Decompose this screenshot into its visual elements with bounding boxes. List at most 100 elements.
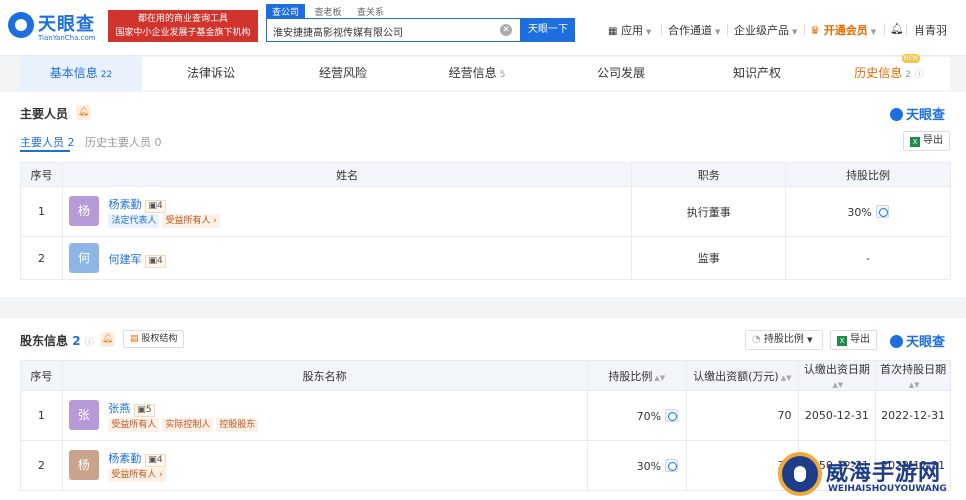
section-title-label: 股东信息 bbox=[20, 334, 69, 348]
nav-user[interactable]: 肖青羽 bbox=[914, 22, 947, 38]
watermark-title: 威海手游网 bbox=[826, 461, 942, 486]
related-count: 4 bbox=[156, 200, 163, 211]
nav-channels[interactable]: 合作通道 ▼ bbox=[668, 22, 720, 38]
nav-apps[interactable]: ▦ 应用 ▼ bbox=[608, 22, 651, 38]
col-date[interactable]: 认缴出资日期 ▲▼ bbox=[797, 360, 877, 391]
person-cell: 杨 杨素勤 ▣4 法定代表人 受益所有人 › bbox=[61, 186, 633, 237]
col-ratio[interactable]: 持股比例 ▲▼ bbox=[586, 360, 688, 391]
watermark-logo-icon bbox=[778, 452, 822, 496]
logo-text: 天眼查 bbox=[38, 14, 95, 35]
search-tab-relation[interactable]: 查关系 bbox=[351, 4, 390, 19]
tab-basic-info[interactable]: 基本信息 22 bbox=[20, 57, 142, 90]
ratio-value: 30% bbox=[847, 205, 872, 219]
row-index: 1 bbox=[20, 390, 63, 441]
nav-divider bbox=[884, 24, 885, 36]
search-button[interactable]: 天眼一下 bbox=[521, 18, 575, 42]
tianyancha-logo[interactable]: 天眼查 TianYanCha.com bbox=[8, 10, 103, 44]
dropdown-label: 持股比例 bbox=[763, 334, 804, 345]
shareholder-name-link[interactable]: 杨素勤 bbox=[108, 452, 141, 465]
person-name-link[interactable]: 杨素勤 bbox=[108, 198, 141, 211]
tag-label: 受益所有人 bbox=[165, 215, 211, 226]
related-count-badge[interactable]: ▣4 bbox=[145, 255, 166, 268]
subtab-underline bbox=[20, 150, 70, 152]
col-name: 姓名 bbox=[61, 162, 633, 187]
notification-bell-icon[interactable]: 🔔︎ bbox=[890, 22, 904, 38]
export-button[interactable]: X 导出 bbox=[830, 330, 877, 350]
table-row: 1 张 张燕 ▣5 受益所有人 实际控制人 控股股东 70% 70 2050-12-3… bbox=[20, 390, 951, 441]
related-company-icon: ▣ bbox=[148, 454, 157, 465]
col-label: 认缴出资额(万元) bbox=[693, 369, 779, 383]
clear-icon[interactable]: ✕ bbox=[500, 24, 512, 36]
tab-label: 基本信息 bbox=[49, 66, 98, 80]
row-index: 2 bbox=[20, 440, 63, 491]
col-amount[interactable]: 认缴出资额(万元) ▲▼ bbox=[686, 360, 799, 391]
ratio-filter-dropdown[interactable]: ◔ 持股比例 ▼ bbox=[745, 330, 823, 350]
subtab-history-personnel[interactable]: 历史主要人员 0 bbox=[85, 134, 162, 150]
logo-subtext: TianYanCha.com bbox=[38, 34, 96, 42]
monitor-bell-icon[interactable]: 🔔︎ bbox=[76, 105, 91, 120]
excel-icon: X bbox=[910, 137, 920, 147]
tag-label: 受益所有人 bbox=[111, 469, 157, 480]
col-label: 持股比例 bbox=[608, 369, 653, 383]
first-date-cell: 2022-12-31 bbox=[875, 390, 951, 441]
tab-legal[interactable]: 法律诉讼 bbox=[150, 57, 272, 90]
vip-crown-icon: ♛ bbox=[810, 24, 820, 37]
sort-icon: ▲▼ bbox=[832, 381, 844, 389]
related-count: 5 bbox=[145, 404, 152, 415]
table-header-row: 序号 姓名 职务 持股比例 bbox=[20, 162, 951, 187]
search-tab-company[interactable]: 查公司 bbox=[266, 4, 306, 19]
shareholder-name-link[interactable]: 张燕 bbox=[108, 402, 130, 415]
beneficiary-tag[interactable]: 受益所有人 › bbox=[162, 213, 220, 228]
controller-tag: 实际控制人 bbox=[162, 417, 214, 432]
sort-icon: ▲▼ bbox=[654, 373, 666, 382]
tab-ip[interactable]: 知识产权 bbox=[696, 57, 818, 90]
ratio-cell: 30% bbox=[586, 440, 688, 491]
table-row: 1 杨 杨素勤 ▣4 法定代表人 受益所有人 › 执行董事 30% bbox=[20, 186, 951, 237]
watermark-subtitle: WEIHAISHOUYOUWANG bbox=[828, 484, 947, 494]
shareholder-info: 张燕 ▣5 受益所有人 实际控制人 控股股东 bbox=[108, 400, 261, 432]
tab-label: 历史信息 bbox=[854, 66, 903, 80]
tab-count: 22 bbox=[100, 70, 113, 80]
monitor-bell-icon[interactable]: 🔔︎ bbox=[100, 332, 115, 347]
nav-vip[interactable]: ♛ 开通会员 ▼ bbox=[810, 22, 876, 38]
person-info: 何建军 ▣4 bbox=[108, 243, 166, 268]
avatar: 杨 bbox=[68, 449, 99, 480]
tab-label: 经营风险 bbox=[318, 66, 367, 80]
nav-enterprise[interactable]: 企业级产品 ▼ bbox=[734, 22, 797, 38]
table-header-row: 序号 股东名称 持股比例 ▲▼ 认缴出资额(万元) ▲▼ 认缴出资日期▲▼ 首次持股… bbox=[20, 360, 951, 391]
site-watermark: 威海手游网 WEIHAISHOUYOUWANG bbox=[778, 450, 966, 500]
related-count: 4 bbox=[156, 454, 163, 465]
person-name-link[interactable]: 何建军 bbox=[108, 253, 141, 266]
tab-development[interactable]: 公司发展 bbox=[560, 57, 682, 90]
chevron-down-icon: ▼ bbox=[645, 28, 652, 36]
equity-chart-icon[interactable] bbox=[665, 458, 679, 472]
tab-business-info[interactable]: 经营信息 5 bbox=[416, 57, 538, 90]
equity-structure-button[interactable]: ▤ 股权结构 bbox=[123, 330, 185, 348]
col-first-date[interactable]: 首次持股日期 ▲▼ bbox=[875, 360, 951, 391]
apps-grid-icon: ▦ bbox=[608, 26, 618, 37]
export-label: 导出 bbox=[850, 334, 870, 345]
related-count-badge[interactable]: ▣4 bbox=[145, 199, 166, 213]
tab-history[interactable]: 历史信息 2 ⓘ bbox=[828, 57, 950, 90]
nav-enterprise-label: 企业级产品 bbox=[734, 24, 789, 37]
chevron-down-icon: ▼ bbox=[807, 336, 813, 344]
position-cell: 监事 bbox=[631, 236, 787, 280]
tab-risk[interactable]: 经营风险 bbox=[282, 57, 404, 90]
equity-chart-icon[interactable] bbox=[665, 408, 679, 422]
equity-chart-icon[interactable] bbox=[875, 204, 889, 218]
tab-label: 经营信息 bbox=[448, 66, 497, 80]
related-count-badge[interactable]: ▣5 bbox=[134, 403, 155, 417]
related-count-badge[interactable]: ▣4 bbox=[145, 453, 166, 467]
subtab-current-personnel[interactable]: 主要人员 2 bbox=[20, 134, 75, 150]
search-tab-boss[interactable]: 查老板 bbox=[309, 4, 348, 19]
related-company-icon: ▣ bbox=[137, 404, 146, 415]
col-position: 职务 bbox=[631, 162, 787, 187]
row-index: 1 bbox=[20, 186, 63, 237]
search-input[interactable]: 淮安捷捷高影视传媒有限公司 ✕ bbox=[266, 18, 521, 42]
beneficiary-tag[interactable]: 受益所有人 › bbox=[108, 467, 166, 482]
shareholder-cell: 杨 杨素勤 ▣4 受益所有人 › bbox=[61, 440, 588, 491]
amount-cell: 70 bbox=[686, 390, 799, 441]
sort-icon: ▲▼ bbox=[908, 381, 920, 389]
promo-banner[interactable]: 都在用的商业查询工具 国家中小企业发展子基金旗下机构 bbox=[108, 10, 258, 42]
export-button[interactable]: X 导出 bbox=[903, 131, 950, 151]
